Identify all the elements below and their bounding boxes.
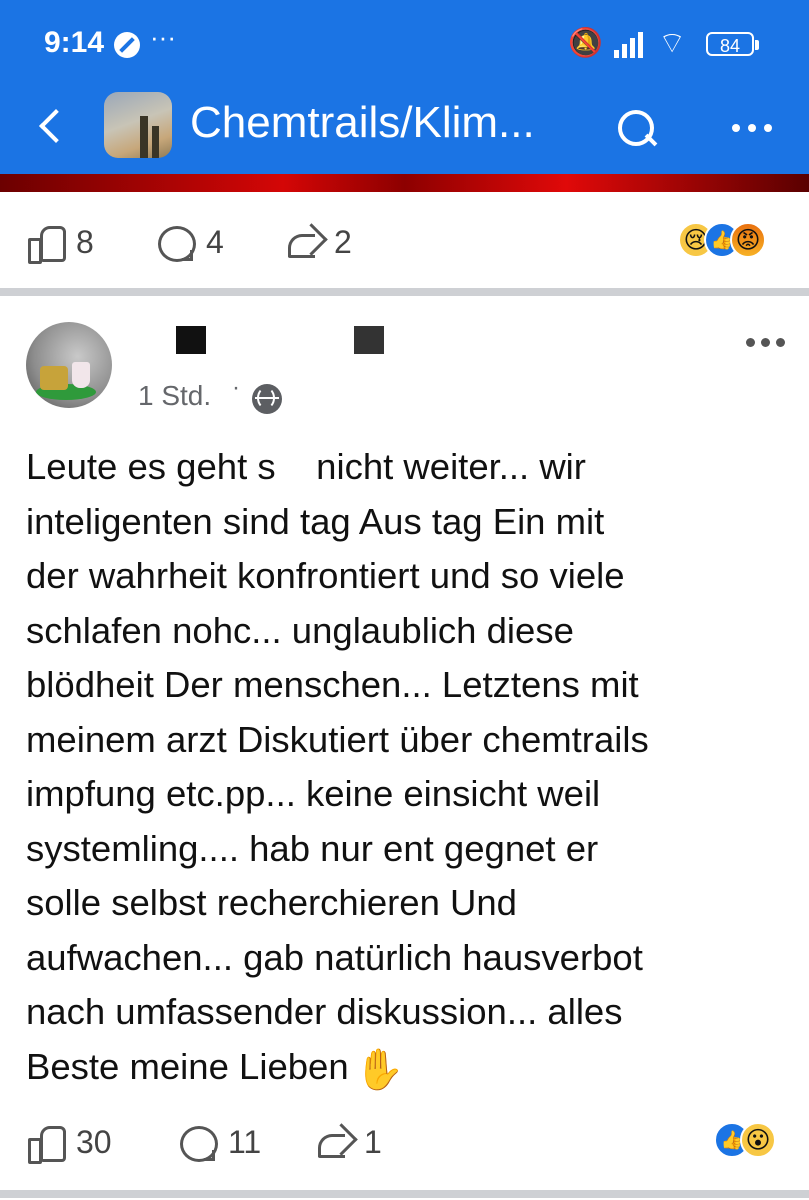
post-body: Leute es geht s nicht weiter... wir inte… [26,440,796,1097]
post-divider [0,1190,809,1198]
post-line: impfung etc.pp... keine einsicht weil [26,773,601,814]
separator-dot: · [232,374,240,401]
post-line: blödheit Der menschen... Letztens mit [26,664,639,705]
comment-count-text: 11 [228,1123,262,1160]
wifi-icon: ⌔ [658,27,687,60]
post-line: systemling.... hab nur ent gegnet er [26,827,599,869]
post-line: aufwachen... gab natürlich hausverbot [26,936,643,978]
like-count-text: 8 [76,223,94,260]
share-count-text: 2 [334,223,352,260]
app-header: 9:14 ··· 🔕 ⌔ 84 Chemtrails/Klim... [0,0,809,174]
post-line: der wahrheit konfrontiert und so viele [26,555,625,596]
post2-comment-count[interactable]: 11 [178,1112,261,1172]
post2-stats-bar: 30 11 1 [0,1112,809,1172]
post-line: Beste meine Lieben [26,1045,349,1087]
post2-share-count[interactable]: 1 [314,1112,382,1172]
post-timestamp[interactable]: 1 Std. [138,380,211,412]
post1-reactions[interactable] [678,222,766,262]
post2-reactions[interactable] [714,1122,776,1162]
battery-icon: 84 [706,32,759,56]
post-line: solle selbst recherchieren Und [26,882,517,923]
group-avatar[interactable] [104,92,172,158]
redacted-name-block [354,326,384,354]
like-count-text: 30 [76,1123,112,1160]
status-time: 9:14 [44,26,105,59]
share-icon [284,222,324,262]
post1-share-count[interactable]: 2 [284,212,352,272]
comment-icon [156,222,196,262]
post-line: meinem arzt Diskutiert über chemtrails [26,718,649,760]
back-button[interactable] [30,100,80,154]
wow-reaction-icon [740,1122,776,1158]
silent-mode-icon: 🔕 [568,27,603,58]
share-icon [314,1122,354,1162]
post1-stats-bar: 8 4 2 [0,212,809,272]
redacted-name-block [176,326,206,354]
globe-icon [252,384,282,414]
post-line: Leute es geht s nicht weiter... wir [26,446,586,487]
author-avatar[interactable] [26,322,112,408]
more-options-icon[interactable] [728,114,776,142]
comment-count-text: 4 [206,223,224,260]
post2-like-count[interactable]: 30 [26,1112,112,1172]
post1-comment-count[interactable]: 4 [156,212,224,272]
signal-icon [614,30,650,58]
post-line: inteligenten sind tag Aus tag Ein mit [26,500,605,542]
post-more-options-icon[interactable] [742,332,790,352]
search-icon[interactable] [612,104,662,154]
post-line: nach umfassender diskussion... alles [26,991,623,1032]
like-icon [26,222,66,264]
angry-reaction-icon [730,222,766,258]
do-not-disturb-icon [114,32,140,58]
group-title[interactable]: Chemtrails/Klim... [190,98,535,148]
post-image-strip[interactable] [0,174,809,192]
post1-like-count[interactable]: 8 [26,212,94,272]
comment-icon [178,1122,218,1162]
status-more-indicator: ··· [150,22,176,52]
post-divider [0,288,809,296]
raised-hand-emoji: ✋ [354,1047,405,1092]
share-count-text: 1 [364,1123,382,1160]
like-icon [26,1122,66,1164]
post-line: schlafen nohc... unglaublich diese [26,609,574,651]
